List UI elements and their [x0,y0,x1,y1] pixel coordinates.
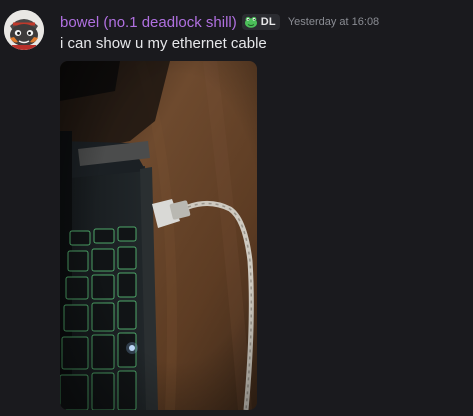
message-header: bowel (no.1 deadlock shill) DL Yesterday… [60,12,379,32]
avatar-image [4,10,44,50]
message-text: i can show u my ethernet cable [60,35,267,52]
attachment-photo [60,61,257,410]
image-attachment[interactable] [60,61,257,410]
server-tag-label: DL [260,16,276,28]
server-tag[interactable]: DL [241,14,280,30]
chat-message: bowel (no.1 deadlock shill) DL Yesterday… [0,0,473,416]
username[interactable]: bowel (no.1 deadlock shill) [60,14,237,31]
timestamp[interactable]: Yesterday at 16:08 [288,16,379,28]
frog-icon [244,16,257,28]
avatar[interactable] [4,10,44,50]
